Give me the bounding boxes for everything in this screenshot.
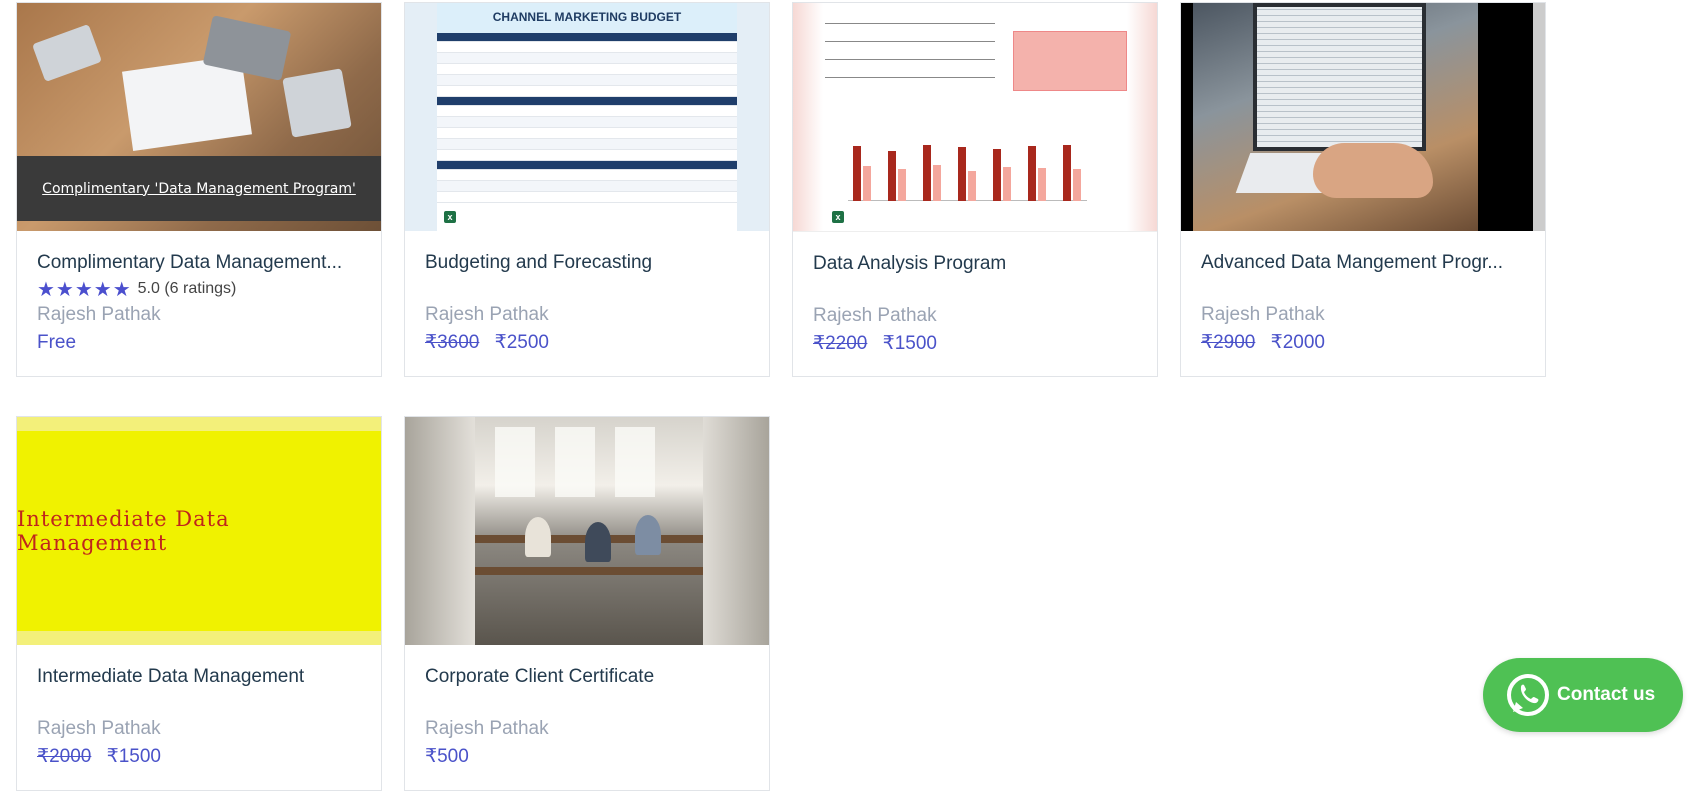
course-card[interactable]: Corporate Client Certificate Rajesh Path… — [404, 416, 770, 791]
contact-us-button[interactable]: Contact us — [1483, 658, 1683, 732]
sheet-row — [437, 86, 737, 97]
office-photo — [475, 417, 703, 645]
price: ₹1500 — [882, 333, 937, 354]
course-title[interactable]: Budgeting and Forecasting — [425, 251, 749, 275]
course-thumbnail[interactable]: Intermediate Data Management — [17, 417, 381, 645]
original-price: ₹2200 — [813, 333, 868, 354]
course-price: Free — [37, 331, 361, 355]
thumbnail-caption: Intermediate Data Management — [17, 431, 381, 631]
sheet-row — [437, 150, 737, 161]
sheet-row — [437, 161, 737, 170]
course-title[interactable]: Intermediate Data Management — [37, 665, 361, 689]
star-rating-icon: ★★★★★ — [37, 278, 132, 301]
excel-icon: x — [439, 206, 461, 228]
rating-text: 5.0 (6 ratings) — [137, 280, 237, 297]
thumbnail-graphic — [31, 23, 103, 83]
rating-placeholder — [425, 277, 749, 301]
price: ₹500 — [425, 746, 469, 767]
sheet-row — [437, 97, 737, 106]
form-lines — [825, 23, 995, 95]
original-price: ₹3600 — [425, 332, 480, 353]
course-author: Rajesh Pathak — [1201, 304, 1325, 325]
sheet-row — [437, 75, 737, 86]
course-author: Rajesh Pathak — [425, 718, 549, 739]
price: ₹1500 — [106, 746, 161, 767]
monitor-graphic — [1253, 3, 1426, 151]
course-author: Rajesh Pathak — [425, 304, 549, 325]
rating: ★★★★★ 5.0 (6 ratings) — [37, 277, 361, 301]
course-card[interactable]: x Data Analysis Program Rajesh Pathak ₹2… — [792, 2, 1158, 377]
sheet-row — [437, 128, 737, 139]
sheet-row — [437, 170, 737, 181]
course-card[interactable]: CHANNEL MARKETING BUDGET x Budgeting and… — [404, 2, 770, 377]
price: ₹2000 — [1270, 332, 1325, 353]
whatsapp-icon — [1507, 674, 1549, 716]
thumbnail-note — [1013, 31, 1127, 91]
thumbnail-caption: Complimentary 'Data Management Program' — [42, 180, 356, 197]
original-price: ₹2000 — [37, 746, 92, 767]
thumbnail-graphic — [282, 68, 352, 138]
sheet-row — [437, 64, 737, 75]
original-price: ₹2900 — [1201, 332, 1256, 353]
course-price: ₹3600 ₹2500 — [425, 331, 749, 355]
hand-graphic — [1313, 143, 1433, 198]
rating-placeholder — [1201, 277, 1525, 301]
course-card[interactable]: Advanced Data Mangement Progr... Rajesh … — [1180, 2, 1546, 377]
course-card[interactable]: Complimentary 'Data Management Program' … — [16, 2, 382, 377]
course-title[interactable]: Data Analysis Program — [813, 252, 1137, 276]
thumbnail-caption: CHANNEL MARKETING BUDGET — [437, 3, 737, 33]
course-author: Rajesh Pathak — [37, 304, 161, 325]
thumbnail-graphic — [1193, 3, 1478, 231]
course-author: Rajesh Pathak — [813, 305, 937, 326]
course-card[interactable]: Intermediate Data Management Intermediat… — [16, 416, 382, 791]
sheet-row — [437, 53, 737, 64]
rating-placeholder — [37, 691, 361, 715]
course-price: ₹2900 ₹2000 — [1201, 331, 1525, 355]
course-thumbnail[interactable] — [1181, 3, 1545, 231]
price: ₹2500 — [494, 332, 549, 353]
spreadsheet-graphic: CHANNEL MARKETING BUDGET — [437, 3, 737, 231]
course-thumbnail[interactable]: Complimentary 'Data Management Program' — [17, 3, 381, 231]
course-price: ₹2200 ₹1500 — [813, 332, 1137, 356]
thumbnail-graphic — [793, 3, 823, 231]
excel-icon: x — [827, 206, 849, 228]
course-price: ₹2000 ₹1500 — [37, 745, 361, 769]
course-thumbnail[interactable]: x — [793, 3, 1157, 232]
sheet-row — [437, 42, 737, 53]
price: Free — [37, 332, 77, 353]
course-price: ₹500 — [425, 745, 749, 769]
course-author: Rajesh Pathak — [37, 718, 161, 739]
rating-placeholder — [813, 278, 1137, 302]
sheet-row — [437, 192, 737, 203]
rating-placeholder — [425, 691, 749, 715]
thumbnail-banner: Complimentary 'Data Management Program' — [17, 156, 381, 221]
course-thumbnail[interactable]: CHANNEL MARKETING BUDGET x — [405, 3, 769, 231]
course-title[interactable]: Advanced Data Mangement Progr... — [1201, 251, 1525, 275]
course-thumbnail[interactable] — [405, 417, 769, 645]
course-title[interactable]: Complimentary Data Management... — [37, 251, 361, 275]
sheet-row — [437, 117, 737, 128]
thumbnail-graphic — [1127, 3, 1157, 231]
sheet-row — [437, 139, 737, 150]
contact-us-label: Contact us — [1557, 684, 1656, 705]
sheet-row — [437, 181, 737, 192]
sheet-row — [437, 33, 737, 42]
course-title[interactable]: Corporate Client Certificate — [425, 665, 749, 689]
sheet-row — [437, 106, 737, 117]
